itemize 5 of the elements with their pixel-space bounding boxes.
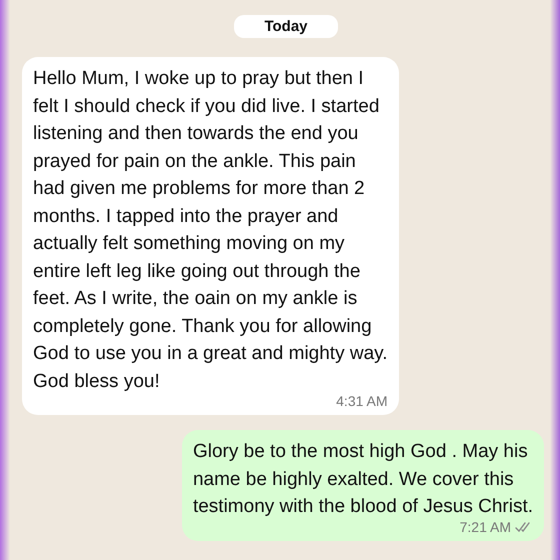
message-time: 7:21 AM xyxy=(460,518,511,534)
message-text: Hello Mum, I woke up to pray but then I felt I should check if you did live. I started listening and then towards the end you prayed for pain on the ankle. This pain had given me problems for more than 2 months. I tapped into the prayer and actually felt something moving on my entire left leg like going out through the feet. As I write, the oain on my ankle is completely gone. Thank you for allowing God to use you in a great and mighty way. God bless you! xyxy=(33,67,388,394)
date-chip: Today xyxy=(234,15,338,38)
message-time: 4:31 AM xyxy=(336,393,388,409)
message-text: Glory be to the most high God . May his name be highly exalted. We cover this testimony with the blood of Jesus Christ. xyxy=(192,440,533,519)
